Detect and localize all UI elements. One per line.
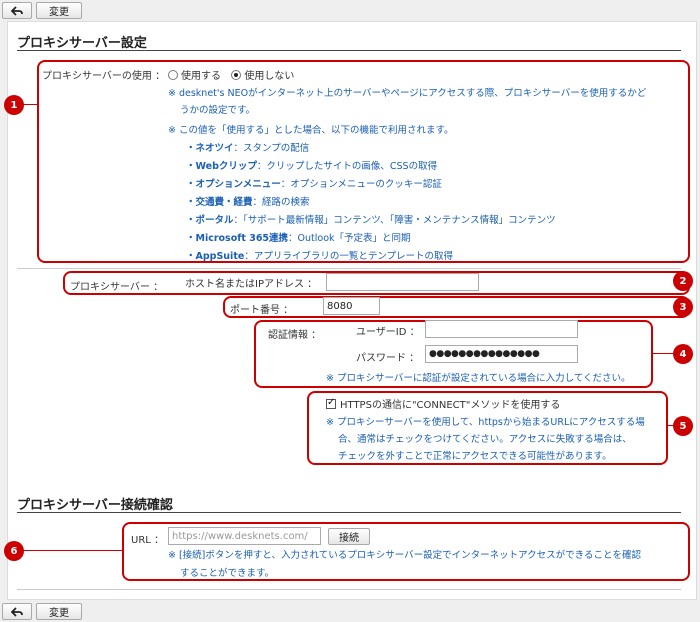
feature-item: ・交通費・経費：経路の検索 [186,194,310,208]
connection-note-2: することができます。 [180,568,275,579]
feature-name: ・AppSuite [186,251,245,262]
password-label: パスワード ： [356,353,420,364]
section-divider [17,268,681,269]
port-label: ポート番号 ： [230,305,294,316]
https-note-1: ※ プロキシーサーバーを使用して、httpsから始まるURLにアクセスする場 [326,417,645,428]
proxy-note-1b: うかの設定です。 [180,105,256,116]
proxy-usage-label: プロキシサーバーの使用 ： [42,71,166,82]
feature-item: ・Webクリップ：クリップしたサイトの画像、CSSの取得 [186,158,437,172]
radio-use[interactable] [168,70,178,80]
back-button[interactable] [2,2,32,19]
feature-item: ・ネオツイ：スタンプの配信 [186,140,309,154]
host-label: ホスト名またはIPアドレス ： [185,279,318,290]
feature-desc: ：スタンプの配信 [233,143,310,154]
https-checkbox-label[interactable]: HTTPSの通信に"CONNECT"メソッドを使用する [340,400,560,411]
password-input[interactable]: ●●●●●●●●●●●●●●● [425,345,578,363]
connection-note-1: ※ [接続]ボタンを押すと、入力されているプロキシサーバー設定でインターネットア… [168,550,641,561]
back-arrow-icon [11,5,23,16]
radio-nouse-label[interactable]: 使用しない [244,71,294,82]
badge-4: 4 [673,344,693,364]
badge-2: 2 [673,271,693,291]
feature-name: ・オプションメニュー [186,179,281,190]
change-button[interactable]: 変更 [36,2,82,19]
proxy-note-2: ※ この値を「使用する」とした場合、以下の機能で利用されます。 [168,125,454,136]
https-checkbox[interactable] [326,397,336,409]
proxy-server-label: プロキシサーバー ： [70,282,164,293]
feature-name: ・ネオツイ [186,143,234,154]
radio-use-label[interactable]: 使用する [181,71,221,82]
port-input[interactable]: 8080 [323,297,380,315]
feature-name: ・交通費・経費 [186,197,253,208]
change-button-bottom[interactable]: 変更 [36,603,82,620]
title-divider [17,50,681,51]
feature-desc: ：オプションメニューのクッキー認証 [280,179,442,190]
proxy-settings-title: プロキシサーバー設定 [17,36,147,51]
auth-label: 認証情報 ： [268,330,322,341]
back-arrow-icon [11,606,23,617]
bottom-divider [17,589,681,590]
top-toolbar: 変更 [0,0,700,21]
host-input[interactable] [326,273,479,291]
proxy-note-1a: ※ desknet's NEOがインターネット上のサーバーやページにアクセスする… [168,88,647,99]
user-id-label: ユーザーID ： [356,327,420,338]
callout-6-leader [24,550,122,551]
proxy-usage-options: 使用する 使用しない [168,67,294,82]
feature-item: ・AppSuite：アプリライブラリの一覧とテンプレートの取得 [186,248,453,262]
feature-name: ・ポータル [186,215,234,226]
user-id-input[interactable] [425,320,578,338]
badge-5: 5 [673,416,693,436]
https-note-3: チェックを外すことで正常にアクセスできる可能性があります。 [338,451,612,462]
bottom-toolbar: 変更 [0,601,700,622]
feature-name: ・Microsoft 365連携 [186,233,289,244]
feature-item: ・Microsoft 365連携：Outlook「予定表」と同期 [186,230,411,244]
url-input[interactable]: https://www.desknets.com/ [168,527,321,545]
feature-item: ・ポータル：「サポート最新情報」コンテンツ、「障害・メンテナンス情報」コンテンツ [186,212,556,226]
connect-button[interactable]: 接続 [328,528,370,545]
badge-1: 1 [4,95,24,115]
back-button-bottom[interactable] [2,603,32,620]
connection-title-divider [17,512,681,513]
https-note-2: 合、通常はチェックをつけてください。アクセスに失敗する場合は、 [338,434,632,445]
feature-desc: ：経路の検索 [252,197,310,208]
callout-1-leader [22,104,37,105]
badge-3: 3 [673,297,693,317]
https-option: HTTPSの通信に"CONNECT"メソッドを使用する [326,396,560,411]
feature-desc: ：Outlook「予定表」と同期 [288,233,411,244]
feature-item: ・オプションメニュー：オプションメニューのクッキー認証 [186,176,442,190]
badge-6: 6 [4,541,24,561]
feature-desc: ：クリップしたサイトの画像、CSSの取得 [256,161,438,172]
url-label: URL ： [131,535,165,546]
feature-desc: ：アプリライブラリの一覧とテンプレートの取得 [244,251,454,262]
auth-note: ※ プロキシサーバーに認証が設定されている場合に入力してください。 [326,373,631,384]
callout-4-leader [653,353,673,354]
connection-check-title: プロキシサーバー接続確認 [17,498,173,513]
feature-name: ・Webクリップ [186,161,257,172]
radio-nouse[interactable] [231,70,242,80]
feature-desc: ：「サポート最新情報」コンテンツ、「障害・メンテナンス情報」コンテンツ [233,215,556,226]
